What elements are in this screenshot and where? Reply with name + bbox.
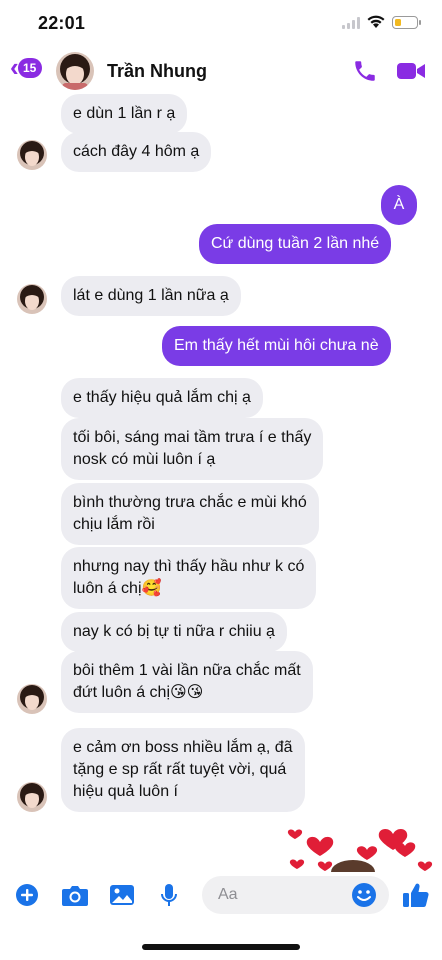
message-incoming[interactable]: lát e dùng 1 lần nữa ạ [61,276,241,316]
unread-count-badge: 15 [17,58,42,78]
wifi-icon [367,15,385,28]
message-input-placeholder: Aa [218,886,238,903]
message-input[interactable]: Aa [202,876,389,914]
message-incoming[interactable]: nhưng nay thì thấy hầu như k có luôn á c… [61,547,317,609]
camera-icon[interactable] [61,883,89,907]
message-incoming[interactable]: cách đây 4 hôm ạ [61,132,212,172]
contact-avatar-small [17,140,47,170]
message-outgoing[interactable]: Em thấy hết mùi hôi chưa nè [162,326,391,366]
status-bar: 22:01 [0,0,442,48]
message-incoming[interactable]: bình thường trưa chắc e mùi khó chịu lắm… [61,483,319,545]
message-composer: Aa [0,873,442,919]
message-incoming[interactable]: e dùn 1 lần r ạ [61,94,188,134]
plus-icon[interactable] [15,883,39,907]
status-time: 22:01 [38,13,86,33]
phone-icon[interactable] [352,58,378,84]
contact-avatar-small [17,684,47,714]
microphone-icon[interactable] [160,883,178,909]
back-button[interactable]: ‹ 15 [10,54,42,80]
message-outgoing[interactable]: À [381,185,417,225]
emoji-icon[interactable] [351,882,377,908]
thumbs-up-icon[interactable] [402,881,430,909]
message-outgoing[interactable]: Cứ dùng tuần 2 lần nhé [199,224,392,264]
battery-icon [392,16,421,29]
message-incoming[interactable]: bôi thêm 1 vài lần nữa chắc mất đứt luôn… [61,651,313,713]
chat-header: ‹ 15 Trần Nhung [0,48,442,94]
battery-level [394,18,401,26]
message-incoming[interactable]: e cảm ơn boss nhiều lắm ạ, đã tặng e sp … [61,728,305,812]
contact-avatar-small [17,284,47,314]
message-incoming[interactable]: tối bôi, sáng mai tầm trưa í e thấy nosk… [61,418,324,480]
contact-avatar[interactable] [56,52,94,90]
contact-name[interactable]: Trần Nhung [107,61,207,82]
cellular-signal-icon [342,17,360,29]
home-indicator [142,944,300,950]
message-incoming[interactable]: nay k có bị tự ti nữa r chiiu ạ [61,612,287,652]
hearts-reaction-animation [287,828,433,872]
image-icon[interactable] [109,883,135,907]
message-incoming[interactable]: e thấy hiệu quả lắm chị ạ [61,378,263,418]
contact-avatar-small [17,782,47,812]
video-camera-icon[interactable] [396,61,426,81]
